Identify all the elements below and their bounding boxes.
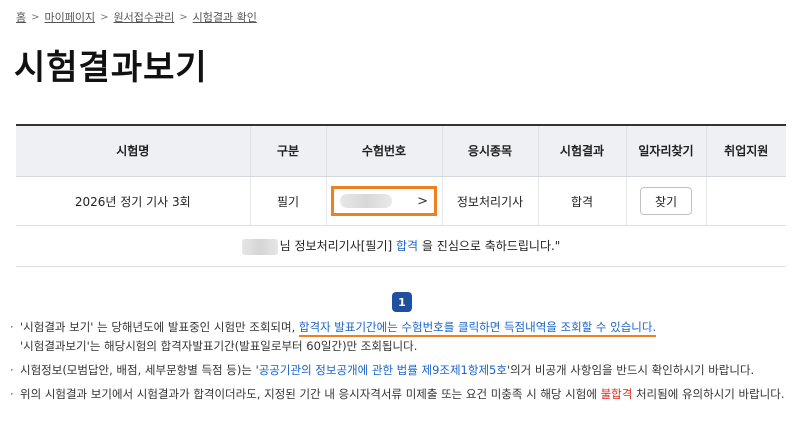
cell-subject: 정보처리기사	[442, 176, 539, 226]
result-table: 시험명 구분 수험번호 응시종목 시험결과 일자리찾기 취업지원 2026년 정…	[16, 126, 786, 267]
notice-1-text: '시험결과 보기' 는 당해년도에 발표중인 시험만 조회되며,	[20, 320, 299, 334]
congrats-text-1: 님 정보처리기사[필기]	[279, 239, 397, 254]
step-badge: 1	[392, 292, 412, 312]
result-table-wrapper: 시험명 구분 수험번호 응시종목 시험결과 일자리찾기 취업지원 2026년 정…	[16, 124, 786, 267]
breadcrumb-exam-result[interactable]: 시험결과 확인	[193, 9, 257, 25]
breadcrumb-mypage[interactable]: 마이페이지	[45, 9, 96, 25]
notice-3-fail: 불합격	[600, 387, 633, 401]
redacted-user-name	[241, 238, 278, 255]
cell-category: 필기	[250, 176, 327, 226]
cell-exam-name: 2026년 정기 기사 3회	[16, 176, 251, 226]
notice-item: '시험결과 보기' 는 당해년도에 발표중인 시험만 조회되며, 합격자 발표기…	[8, 318, 798, 356]
table-header-row: 시험명 구분 수험번호 응시종목 시험결과 일자리찾기 취업지원	[16, 126, 786, 177]
exam-number-link[interactable]: >	[331, 186, 437, 216]
breadcrumb: 홈 > 마이페이지 > 원서접수관리 > 시험결과 확인	[16, 9, 257, 25]
congrats-message: 님 정보처리기사[필기] 합격 을 진심으로 축하드립니다."	[16, 225, 786, 267]
breadcrumb-separator: >	[179, 11, 188, 23]
header-employment-support: 취업지원	[706, 126, 786, 177]
congrats-highlight: 합격	[396, 239, 419, 254]
congrats-row: 님 정보처리기사[필기] 합격 을 진심으로 축하드립니다."	[16, 225, 786, 267]
congrats-text-2: 을 진심으로 축하드립니다."	[418, 239, 561, 254]
cell-employment-support	[706, 176, 786, 226]
page-title: 시험결과보기	[14, 48, 208, 88]
header-subject: 응시종목	[442, 126, 539, 177]
cell-result: 합격	[538, 176, 627, 226]
header-category: 구분	[250, 126, 327, 177]
notice-2-law-link[interactable]: 공공기관의 정보공개에 관한 법률 제9조제1항제5호	[259, 363, 507, 377]
cell-exam-number: >	[326, 176, 443, 226]
notice-list: '시험결과 보기' 는 당해년도에 발표중인 시험만 조회되며, 합격자 발표기…	[8, 318, 798, 409]
breadcrumb-separator: >	[31, 11, 40, 23]
table-row: 2026년 정기 기사 3회 필기 > 정보처리기사 합격 찾기	[16, 176, 786, 226]
notice-2-text-2: '의거 비공개 사항임을 반드시 확인하시기 바랍니다.	[506, 363, 755, 377]
header-job-search: 일자리찾기	[626, 126, 707, 177]
header-exam-number: 수험번호	[326, 126, 443, 177]
notice-3-text: 위의 시험결과 보기에서 시험결과가 합격이더라도, 지정된 기간 내 응시자격…	[20, 387, 601, 401]
cell-job-search: 찾기	[626, 176, 707, 226]
header-exam-name: 시험명	[16, 126, 251, 177]
find-job-button[interactable]: 찾기	[640, 187, 692, 215]
header-result: 시험결과	[538, 126, 627, 177]
breadcrumb-separator: >	[100, 11, 109, 23]
notice-1-text-2: '시험결과보기'는 해당시험의 합격자발표기간(발표일로부터 60일간)만 조회…	[20, 339, 418, 353]
notice-2-text: 시험정보(모범답안, 배점, 세부문항별 득점 등)는 '	[20, 363, 259, 377]
notice-3-text-2: 처리됨에 유의하시기 바랍니다.	[632, 387, 785, 401]
redacted-exam-number	[340, 194, 392, 208]
breadcrumb-home[interactable]: 홈	[16, 9, 26, 25]
chevron-right-icon: >	[417, 193, 428, 209]
breadcrumb-application[interactable]: 원서접수관리	[114, 9, 175, 25]
notice-item: 위의 시험결과 보기에서 시험결과가 합격이더라도, 지정된 기간 내 응시자격…	[8, 385, 798, 404]
notice-item: 시험정보(모범답안, 배점, 세부문항별 득점 등)는 '공공기관의 정보공개에…	[8, 361, 798, 380]
notice-1-highlight: 합격자 발표기간에는 수험번호를 클릭하면 득점내역을 조회할 수 있습니다.	[298, 320, 657, 337]
